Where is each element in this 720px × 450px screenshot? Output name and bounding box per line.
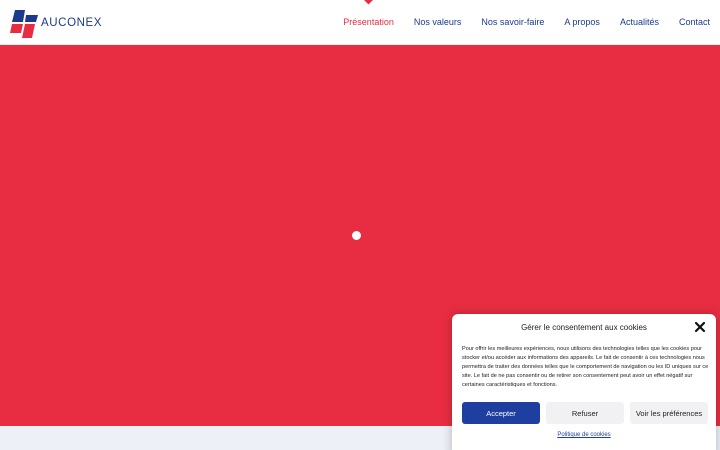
nav-item-contact[interactable]: Contact [679, 0, 710, 45]
cookie-dialog-title: Gérer le consentement aux cookies [521, 323, 647, 332]
nav-item-actualites[interactable]: Actualités [620, 0, 659, 45]
loading-dot-icon [352, 231, 361, 240]
nav-item-presentation[interactable]: Présentation [343, 0, 394, 45]
nav-label: Présentation [343, 17, 394, 27]
cookie-description: Pour offrir les meilleures expériences, … [462, 346, 709, 388]
nav-label: A propos [564, 17, 600, 27]
refuse-button[interactable]: Refuser [546, 402, 624, 424]
cookie-actions: Accepter Refuser Voir les préférences [462, 402, 708, 424]
close-icon[interactable] [694, 321, 706, 333]
site-header: AUCONEX Présentation Nos valeurs Nos sav… [0, 0, 720, 45]
preferences-button[interactable]: Voir les préférences [630, 402, 708, 424]
nav-label: Contact [678, 17, 710, 27]
nav-label: Actualités [619, 17, 659, 27]
main-nav: Présentation Nos valeurs Nos savoir-fair… [323, 0, 710, 45]
site-logo[interactable]: AUCONEX [10, 8, 102, 38]
cookie-consent-dialog: Gérer le consentement aux cookies Pour o… [452, 314, 716, 450]
accept-button[interactable]: Accepter [462, 402, 540, 424]
brand-name: AUCONEX [41, 17, 103, 29]
cookie-policy-link[interactable]: Politique de cookies [452, 432, 716, 438]
nav-item-nos-valeurs[interactable]: Nos valeurs [414, 0, 462, 45]
nav-item-nos-savoir-faire[interactable]: Nos savoir-faire [481, 0, 544, 45]
nav-label: Nos valeurs [413, 17, 462, 27]
nav-item-a-propos[interactable]: A propos [564, 0, 600, 45]
auconex-logo-icon [10, 9, 38, 38]
active-indicator-icon [363, 0, 374, 5]
nav-label: Nos savoir-faire [481, 17, 545, 27]
